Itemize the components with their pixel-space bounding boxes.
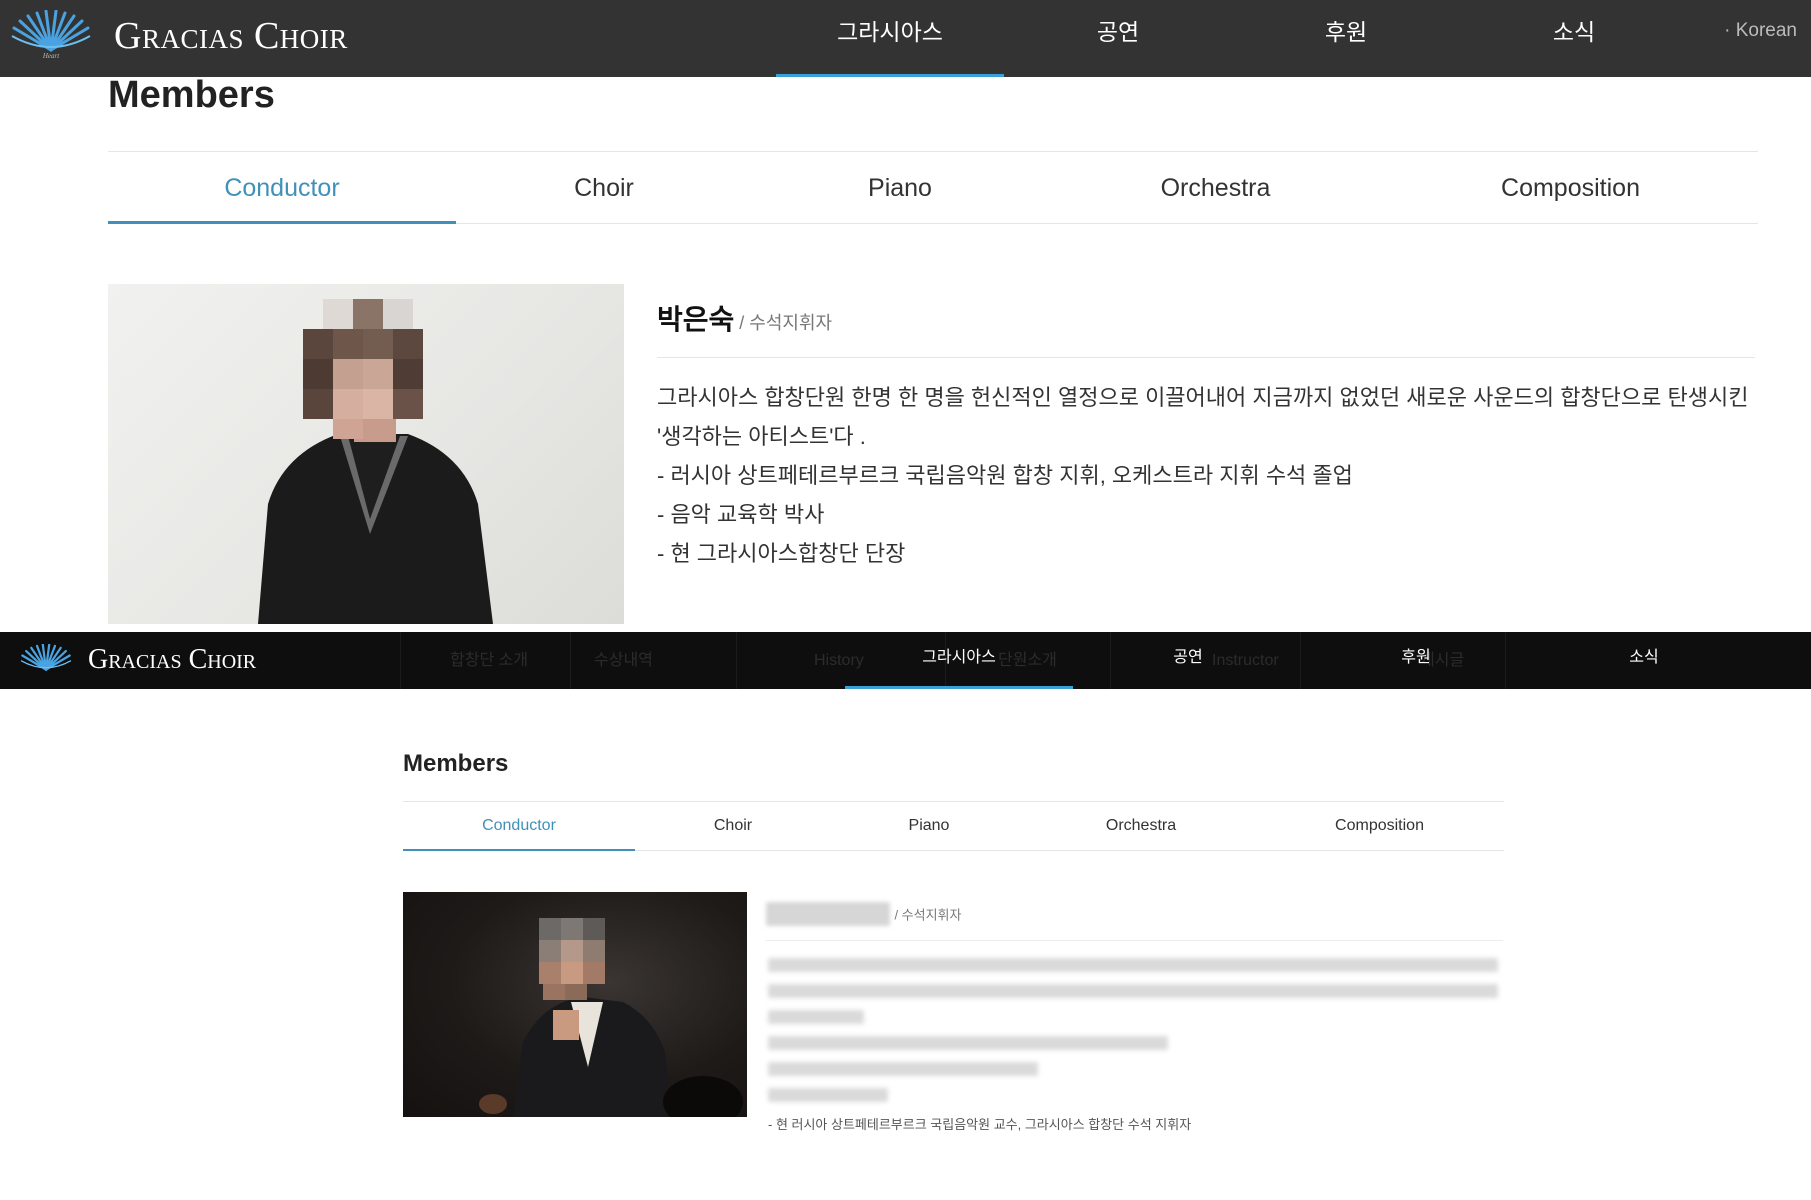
nav-item-news[interactable]: 소식	[1460, 0, 1688, 77]
page-title: Members	[108, 74, 275, 116]
language-selector[interactable]: · Korean	[1724, 20, 1797, 42]
brand-name[interactable]: Gracias Choir	[114, 14, 348, 58]
member-photo-illustration	[479, 918, 743, 1117]
logo-icon[interactable]	[16, 644, 76, 676]
top-navbar: Heart Gracias Choir 그라시아스 공연 후원 소식 · Kor…	[0, 0, 1811, 77]
nav-item-news[interactable]: 소식	[1530, 632, 1758, 689]
submenu-faded-item[interactable]: 수상내역	[594, 632, 653, 689]
blurred-bio-line	[768, 1036, 1168, 1050]
blurred-bio-line	[768, 1010, 864, 1024]
tab-orchestra[interactable]: Orchestra	[1027, 802, 1255, 851]
blurred-bio-line	[768, 1062, 1038, 1076]
bio-line: - 현 러시아 상트페테르부르크 국립음악원 교수, 그라시아스 합창단 수석 …	[768, 1117, 1192, 1132]
tab-composition[interactable]: Composition	[1255, 802, 1504, 851]
tab-composition[interactable]: Composition	[1383, 152, 1758, 224]
bio-line: - 음악 교육학 박사	[657, 502, 825, 527]
tab-choir[interactable]: Choir	[635, 802, 831, 851]
member-photo	[108, 284, 624, 624]
divider	[736, 632, 737, 689]
nav-item-support[interactable]: 후원	[1302, 632, 1530, 689]
bio-line: 그라시아스 합창단원 한명 한 명을 헌신적인 열정으로 이끌어내어 지금까지 …	[657, 385, 1749, 449]
nav-item-support[interactable]: 후원	[1232, 0, 1460, 77]
blurred-bio-line	[768, 1088, 888, 1102]
member-tabs: Conductor Choir Piano Orchestra Composit…	[403, 801, 1504, 851]
member-name: 박은숙	[657, 304, 735, 335]
logo-icon[interactable]: Heart	[6, 10, 96, 60]
member-bio: - 현 러시아 상트페테르부르크 국립음악원 교수, 그라시아스 합창단 수석 …	[768, 958, 1503, 1133]
bottom-navbar: 합창단 소개 수상내역 History 단원소개 Instructor 게시글 …	[0, 632, 1811, 689]
member-role: / 수석지휘자	[894, 907, 962, 923]
divider	[766, 940, 1503, 941]
tab-conductor[interactable]: Conductor	[108, 152, 456, 224]
member-tabs: Conductor Choir Piano Orchestra Composit…	[108, 151, 1758, 224]
member-heading: / 수석지휘자	[766, 902, 961, 928]
nav-item-performance[interactable]: 공연	[1074, 632, 1302, 689]
member-photo	[403, 892, 747, 1117]
brand-name[interactable]: Gracias Choir	[88, 644, 256, 676]
nav-item-performance[interactable]: 공연	[1004, 0, 1232, 77]
divider	[400, 632, 401, 689]
page-title: Members	[403, 750, 509, 777]
member-bio: 그라시아스 합창단원 한명 한 명을 헌신적인 열정으로 이끌어내어 지금까지 …	[657, 378, 1757, 573]
bio-line: - 러시아 상트페테르부르크 국립음악원 합창 지휘, 오케스트라 지휘 수석 …	[657, 463, 1353, 488]
member-photo-illustration	[258, 299, 493, 624]
tab-orchestra[interactable]: Orchestra	[1048, 152, 1383, 224]
blurred-bio-line	[768, 984, 1498, 998]
divider	[570, 632, 571, 689]
blurred-name	[766, 902, 890, 926]
member-heading: 박은숙 / 수석지휘자	[657, 298, 832, 338]
tab-piano[interactable]: Piano	[752, 152, 1048, 224]
divider	[657, 357, 1755, 358]
member-role: / 수석지휘자	[734, 313, 833, 333]
tab-choir[interactable]: Choir	[456, 152, 752, 224]
nav-item-gracias[interactable]: 그라시아스	[845, 632, 1073, 689]
bio-line: - 현 그라시아스합창단 단장	[657, 541, 906, 566]
nav-item-gracias[interactable]: 그라시아스	[776, 0, 1004, 77]
tab-piano[interactable]: Piano	[831, 802, 1027, 851]
top-section: Heart Gracias Choir 그라시아스 공연 후원 소식 · Kor…	[0, 0, 1811, 632]
blurred-bio-line	[768, 958, 1498, 972]
submenu-faded-item[interactable]: 합창단 소개	[450, 632, 528, 689]
tab-conductor[interactable]: Conductor	[403, 802, 635, 851]
svg-text:Heart: Heart	[42, 52, 60, 60]
